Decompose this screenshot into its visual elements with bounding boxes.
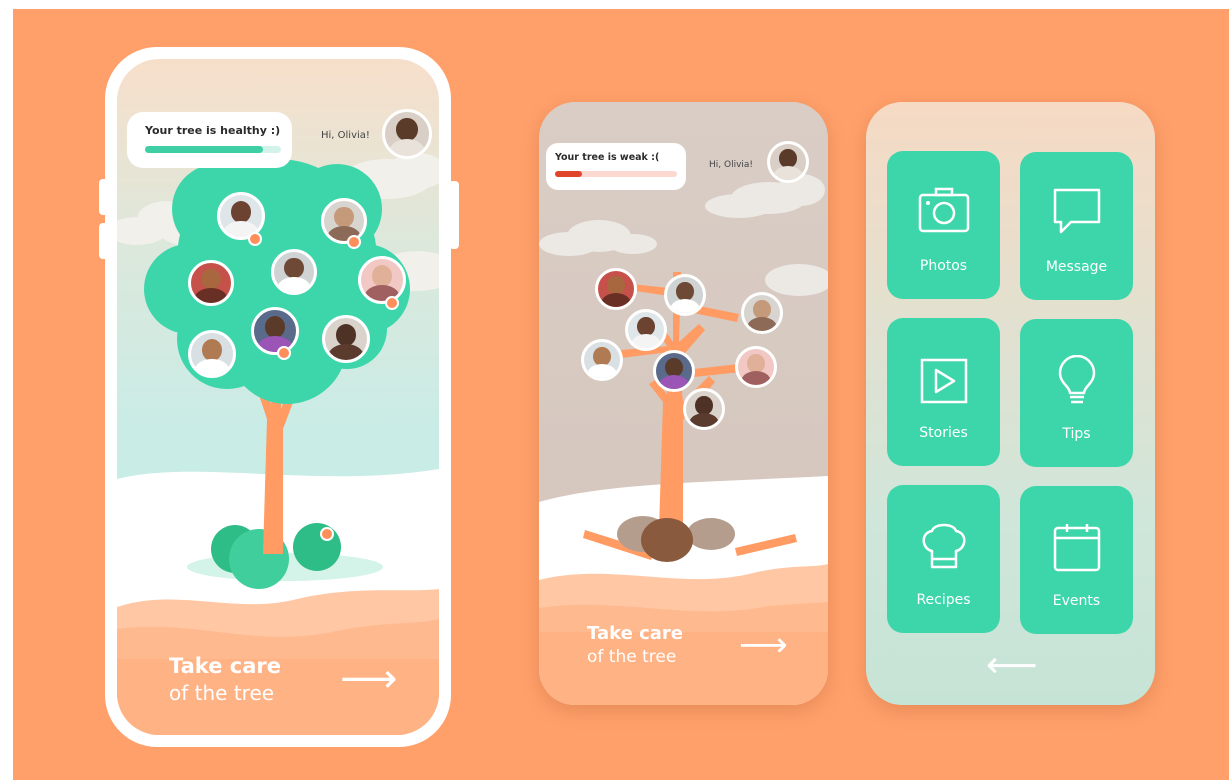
- family-member-avatar[interactable]: [322, 315, 370, 363]
- family-member-avatar[interactable]: [735, 346, 777, 388]
- family-member-avatar[interactable]: [741, 292, 783, 334]
- tile-label: Events: [1052, 593, 1101, 609]
- notification-dot: [320, 527, 334, 541]
- greeting-text: Hi, Olivia!: [709, 160, 754, 170]
- family-member-avatar[interactable]: [595, 268, 637, 310]
- message-icon: [1053, 188, 1101, 234]
- tree-health-fill: [145, 146, 264, 153]
- notification-dot: [385, 296, 399, 310]
- lightbulb-icon: [1058, 355, 1096, 404]
- family-member-avatar[interactable]: [625, 309, 667, 351]
- family-member-avatar[interactable]: [188, 260, 234, 306]
- chef-hat-icon: [922, 523, 966, 569]
- family-member-avatar[interactable]: [271, 249, 317, 295]
- tips-tile[interactable]: Tips: [1020, 319, 1133, 467]
- notification-dot: [347, 235, 361, 249]
- tree-status-card: Your tree is healthy :): [127, 112, 292, 168]
- family-member-avatar[interactable]: [653, 350, 695, 392]
- family-member-avatar[interactable]: [664, 274, 706, 316]
- weak-tree-screen: Your tree is weak :( Hi, Olivia! Take ca…: [539, 102, 828, 705]
- notification-dot: [277, 346, 291, 360]
- healthy-tree-screen: Your tree is healthy :) Hi, Olivia! Take…: [117, 59, 439, 735]
- tile-label: Photos: [919, 258, 968, 274]
- next-arrow-button[interactable]: ⟶: [340, 659, 397, 699]
- tile-label: Tips: [1062, 426, 1091, 442]
- play-icon: [920, 358, 968, 404]
- notification-dot: [248, 232, 262, 246]
- menu-screen: Photos Message Stories Tips Recipes Even…: [866, 102, 1155, 705]
- back-arrow-button[interactable]: ⟵: [986, 648, 1038, 684]
- recipes-tile[interactable]: Recipes: [887, 485, 1000, 633]
- photos-tile[interactable]: Photos: [887, 151, 1000, 299]
- artboard: Your tree is healthy :) Hi, Olivia! Take…: [13, 9, 1229, 780]
- family-member-avatar[interactable]: [683, 388, 725, 430]
- tile-label: Stories: [919, 425, 968, 441]
- phone-side-button: [99, 223, 109, 259]
- next-arrow-button[interactable]: ⟶: [739, 628, 788, 662]
- camera-icon: [918, 187, 970, 233]
- events-tile[interactable]: Events: [1020, 486, 1133, 634]
- stories-tile[interactable]: Stories: [887, 318, 1000, 466]
- calendar-icon: [1053, 524, 1101, 572]
- phone-side-button: [99, 179, 109, 215]
- user-avatar[interactable]: [767, 141, 809, 183]
- phone-power-button: [449, 181, 459, 249]
- cta-title: Take care: [587, 623, 683, 644]
- user-avatar[interactable]: [382, 109, 432, 159]
- greeting-text: Hi, Olivia!: [321, 130, 370, 141]
- family-member-avatar[interactable]: [358, 256, 406, 304]
- cta-subtitle: of the tree: [587, 647, 677, 667]
- tree-status-title: Your tree is healthy :): [145, 124, 281, 137]
- cta-subtitle: of the tree: [169, 681, 275, 705]
- family-member-avatar[interactable]: [188, 330, 236, 378]
- message-tile[interactable]: Message: [1020, 152, 1133, 300]
- tree-status-title: Your tree is weak :(: [555, 152, 660, 163]
- cta-title: Take care: [169, 654, 281, 678]
- tree-health-bar: [145, 146, 281, 153]
- family-member-avatar[interactable]: [251, 307, 299, 355]
- tree-health-fill: [555, 171, 582, 177]
- family-member-avatar[interactable]: [321, 198, 367, 244]
- tile-label: Recipes: [916, 592, 971, 608]
- tile-label: Message: [1045, 259, 1108, 275]
- tree-health-bar: [555, 171, 677, 177]
- family-member-avatar[interactable]: [581, 339, 623, 381]
- tree-status-card: Your tree is weak :(: [546, 143, 686, 190]
